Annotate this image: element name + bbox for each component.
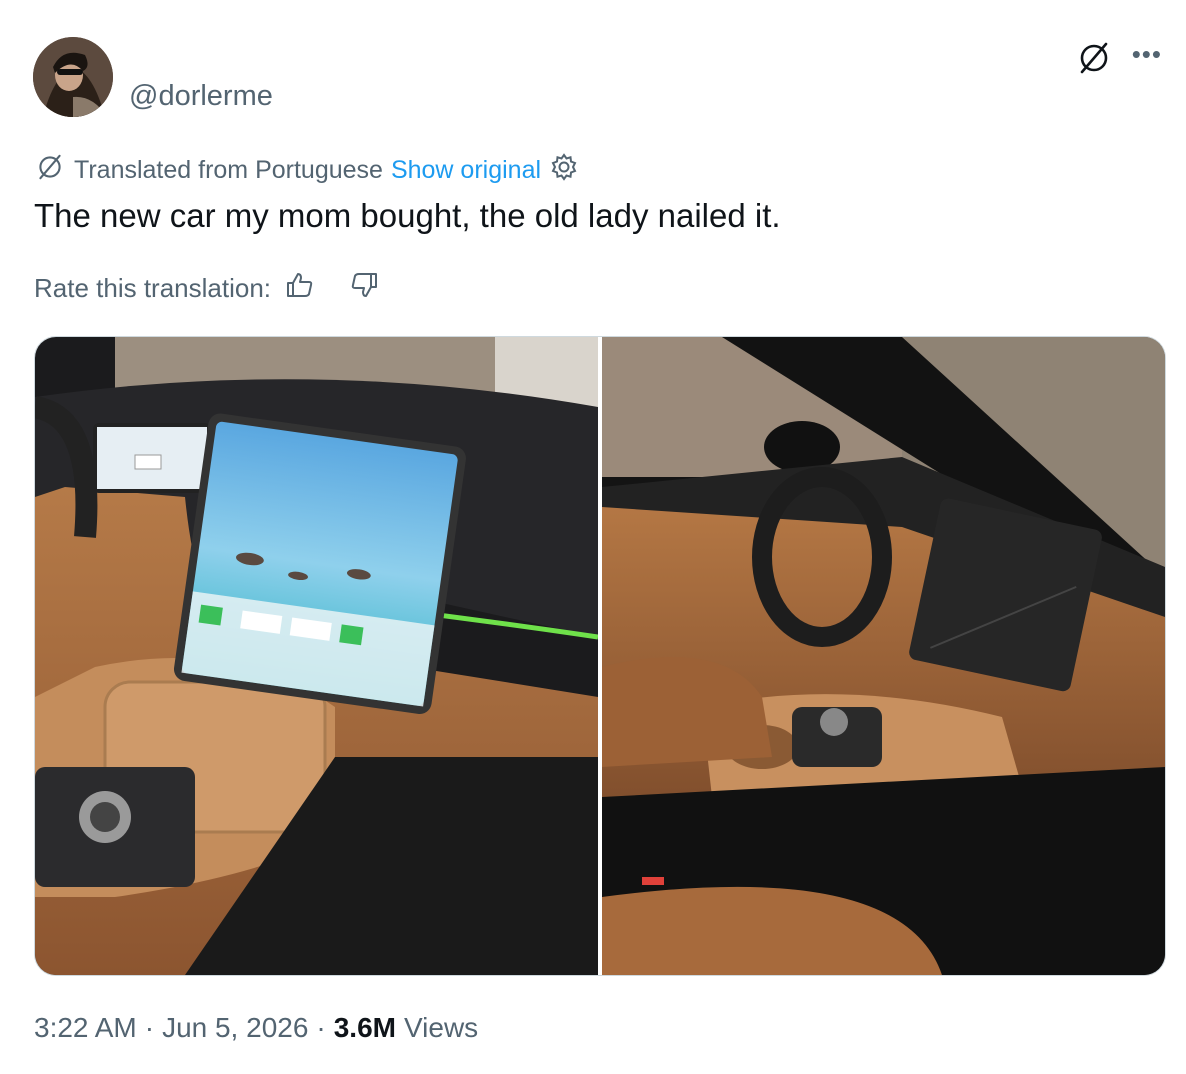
- thumbs-up-icon[interactable]: [285, 270, 315, 307]
- photo-car-interior[interactable]: [602, 337, 1165, 975]
- translate-icon: [34, 151, 66, 190]
- views-label: Views: [403, 1012, 479, 1043]
- tweet-time[interactable]: 3:22 AM: [34, 1012, 137, 1044]
- thumbs-down-icon[interactable]: [349, 270, 379, 307]
- tweet-meta: 3:22 AM · Jun 5, 2026 · 3.6M Views: [34, 1012, 478, 1044]
- separator: ·: [144, 1012, 155, 1043]
- more-icon[interactable]: •••: [1132, 41, 1162, 67]
- translated-from-label: Translated from Portuguese: [74, 156, 383, 184]
- gear-icon[interactable]: [549, 152, 579, 189]
- rate-translation-label: Rate this translation:: [34, 273, 272, 303]
- avatar[interactable]: [33, 37, 113, 117]
- show-original-link[interactable]: Show original: [391, 156, 541, 185]
- separator: ·: [316, 1012, 326, 1043]
- tweet-text: The new car my mom bought, the old lady …: [34, 197, 781, 234]
- author-handle[interactable]: @dorlerme: [129, 80, 273, 113]
- views-count: 3.6M: [333, 1012, 396, 1043]
- photo-car-dashboard[interactable]: [35, 337, 598, 975]
- tweet-date[interactable]: Jun 5, 2026: [162, 1012, 308, 1044]
- translate-icon[interactable]: [1074, 38, 1114, 78]
- media-grid: [34, 336, 1166, 976]
- avatar-image: [33, 37, 113, 117]
